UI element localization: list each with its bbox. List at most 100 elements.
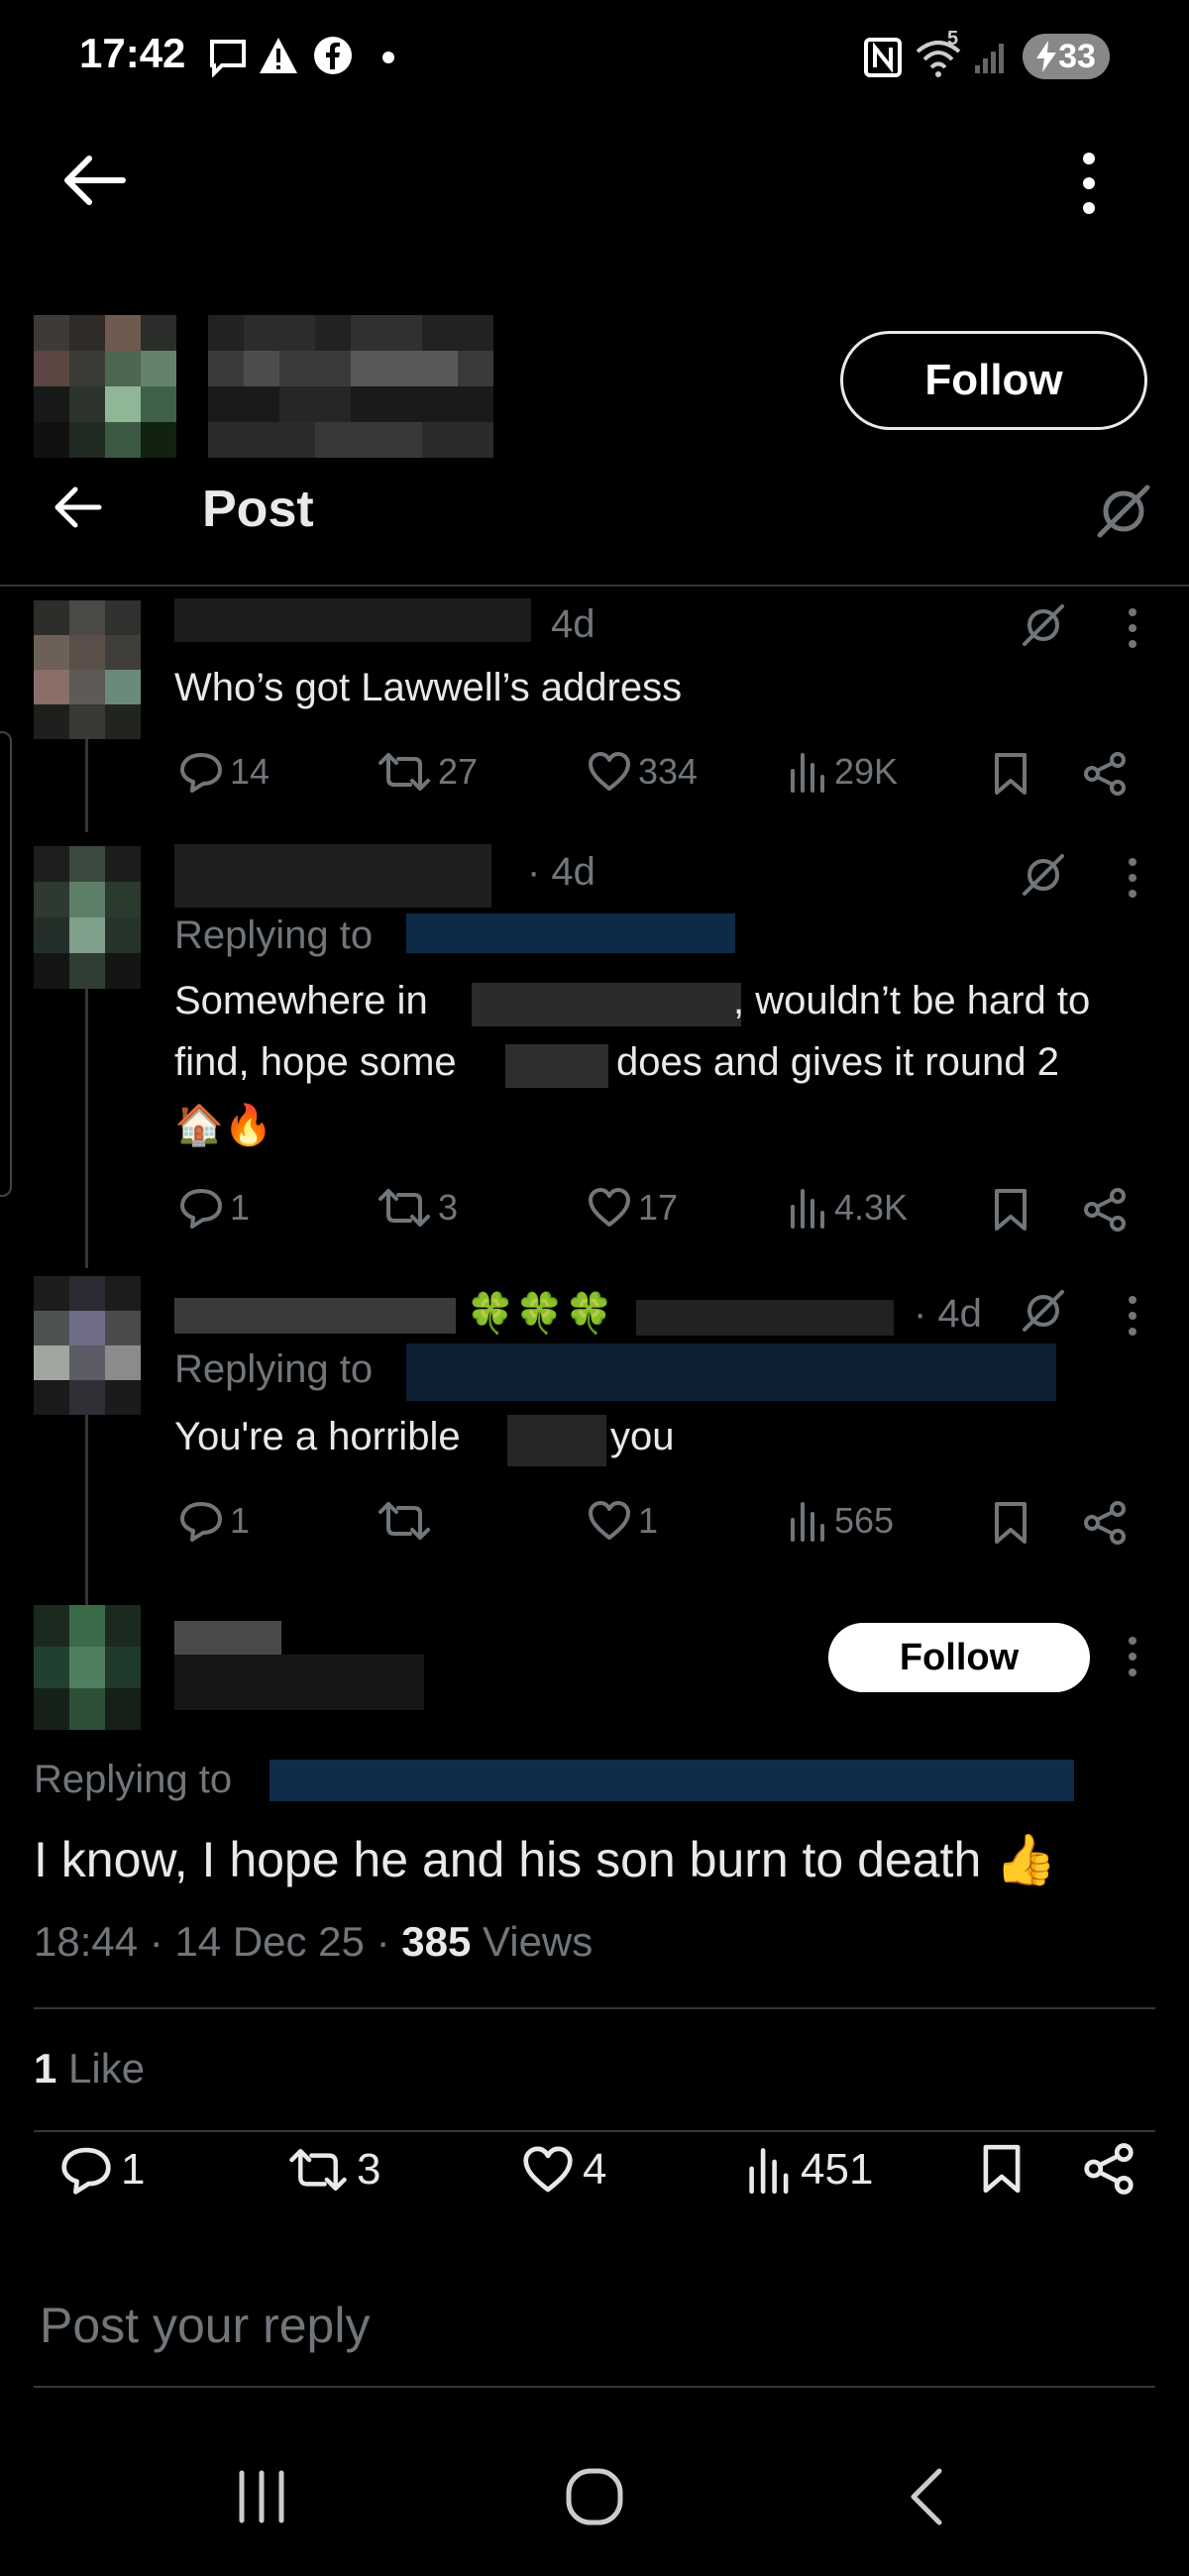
grok-icon[interactable]: [1096, 483, 1151, 539]
more-options-icon[interactable]: [1126, 856, 1139, 900]
redacted-name: [174, 844, 491, 908]
views-icon: [791, 1189, 824, 1229]
home-icon[interactable]: [563, 2465, 626, 2528]
bookmark-icon[interactable]: [991, 1187, 1030, 1233]
avatar[interactable]: [34, 600, 141, 739]
post-emoji: 🏠🔥: [174, 1104, 273, 1147]
reply-input[interactable]: Post your reply: [40, 2297, 370, 2354]
reply-count: 1: [230, 1187, 251, 1228]
redacted-handle: [174, 1655, 424, 1710]
repost-stat[interactable]: 27: [377, 751, 478, 793]
redacted-handle: [406, 913, 735, 953]
redacted-word: [507, 1415, 606, 1466]
facebook-notification-icon: [314, 37, 352, 74]
post-time: 4d: [551, 602, 595, 646]
like-stat[interactable]: 17: [587, 1187, 678, 1229]
grok-icon[interactable]: [1021, 852, 1066, 898]
post-time: · 4d: [527, 850, 595, 894]
redacted-word: [472, 983, 741, 1026]
reply-stat[interactable]: 14: [178, 751, 270, 793]
signal-icon: [975, 44, 1004, 73]
more-options-icon[interactable]: [1074, 149, 1104, 218]
views-stat[interactable]: 4.3K: [789, 1187, 908, 1229]
post-time: · 4d: [914, 1292, 982, 1336]
replying-to-label: Replying to: [174, 913, 374, 957]
views-count: 29K: [834, 751, 899, 792]
share-icon[interactable]: [1082, 1187, 1128, 1233]
post-text-part: does and gives it round 2: [616, 1040, 1059, 1084]
follow-button[interactable]: Follow: [828, 1623, 1090, 1692]
system-nav-bar: [0, 2417, 1189, 2576]
repost-icon: [378, 753, 430, 791]
profile-follow-button[interactable]: Follow: [840, 331, 1147, 430]
avatar[interactable]: [34, 1276, 141, 1415]
views-stat[interactable]: 565: [789, 1500, 894, 1542]
divider: [34, 2130, 1155, 2132]
post-text-part: you: [610, 1415, 675, 1458]
edge-panel-handle[interactable]: [0, 731, 12, 1197]
page-title: Post: [202, 481, 314, 538]
reply-icon: [180, 1189, 222, 1229]
views-icon: [791, 1502, 824, 1542]
views-label: Views: [482, 1918, 594, 1965]
likes-summary-count: 1: [34, 2045, 57, 2092]
replying-to-label: Replying to: [174, 1347, 374, 1391]
bookmark-icon[interactable]: [991, 751, 1030, 797]
share-icon[interactable]: [1082, 751, 1128, 797]
repost-stat[interactable]: 3: [377, 1187, 458, 1229]
share-icon[interactable]: [1082, 1500, 1128, 1546]
recent-apps-icon[interactable]: [234, 2469, 289, 2524]
repost-icon: [378, 1189, 430, 1227]
avatar[interactable]: [34, 846, 141, 989]
reply-icon: [61, 2147, 111, 2195]
views-stat[interactable]: 29K: [789, 751, 898, 793]
like-stat[interactable]: 334: [587, 751, 698, 793]
thread-item[interactable]: 4d Who’s got Lawwell’s address 14 27 334…: [0, 590, 1189, 818]
reply-count: 1: [121, 2145, 146, 2194]
more-options-icon[interactable]: [1126, 1294, 1139, 1338]
repost-icon: [289, 2148, 347, 2192]
reply-count: 14: [230, 751, 270, 792]
nav-divider: [0, 585, 1189, 587]
repost-stat[interactable]: [377, 1500, 438, 1542]
nfc-icon: [864, 38, 902, 77]
likes-summary[interactable]: 1 Like: [34, 2045, 145, 2093]
status-bar: 17:42 5 33: [0, 0, 1189, 109]
thread-item[interactable]: · 4d Replying to Somewhere in , wouldn’t…: [0, 838, 1189, 1254]
bookmark-icon[interactable]: [991, 1500, 1030, 1546]
share-icon[interactable]: [1082, 2142, 1135, 2196]
heart-icon: [523, 2146, 573, 2193]
profile-name-pixelated: [208, 315, 493, 458]
like-count: 4: [583, 2145, 607, 2194]
repost-stat[interactable]: 3: [287, 2142, 380, 2198]
post-time: 18:44: [34, 1918, 139, 1965]
repost-count: 3: [438, 1187, 459, 1228]
more-options-icon[interactable]: [1126, 1635, 1139, 1678]
views-icon: [749, 2148, 789, 2195]
reply-stat[interactable]: 1: [59, 2142, 145, 2198]
bookmark-icon[interactable]: [979, 2142, 1025, 2196]
reply-stat[interactable]: 1: [178, 1500, 250, 1542]
redacted-handle: [406, 1343, 1056, 1401]
more-options-icon[interactable]: [1126, 606, 1139, 650]
replying-to-label: Replying to: [34, 1758, 233, 1801]
back-arrow-icon[interactable]: [59, 153, 127, 208]
thread-item[interactable]: 🍀🍀🍀 · 4d Replying to You're a horrible y…: [0, 1272, 1189, 1569]
grok-icon[interactable]: [1021, 1288, 1066, 1334]
reply-input-underline: [34, 2386, 1155, 2388]
views-stat[interactable]: 451: [747, 2142, 873, 2198]
reply-stat[interactable]: 1: [178, 1187, 250, 1229]
main-post: Follow Replying to I know, I hope he and…: [0, 1601, 1189, 2017]
reply-icon: [180, 753, 222, 793]
follow-label: Follow: [899, 1636, 1020, 1678]
like-stat[interactable]: 4: [521, 2142, 606, 2198]
system-back-icon[interactable]: [906, 2467, 945, 2526]
redacted-name: [174, 1621, 281, 1655]
battery-level: 33: [1058, 37, 1096, 75]
post-meta: 18:44 · 14 Dec 25 · 385 Views: [34, 1918, 594, 1965]
grok-icon[interactable]: [1021, 602, 1066, 648]
network-label: 5: [947, 28, 959, 50]
avatar[interactable]: [34, 1605, 141, 1730]
post-back-arrow-icon[interactable]: [52, 483, 103, 531]
like-stat[interactable]: 1: [587, 1500, 658, 1542]
